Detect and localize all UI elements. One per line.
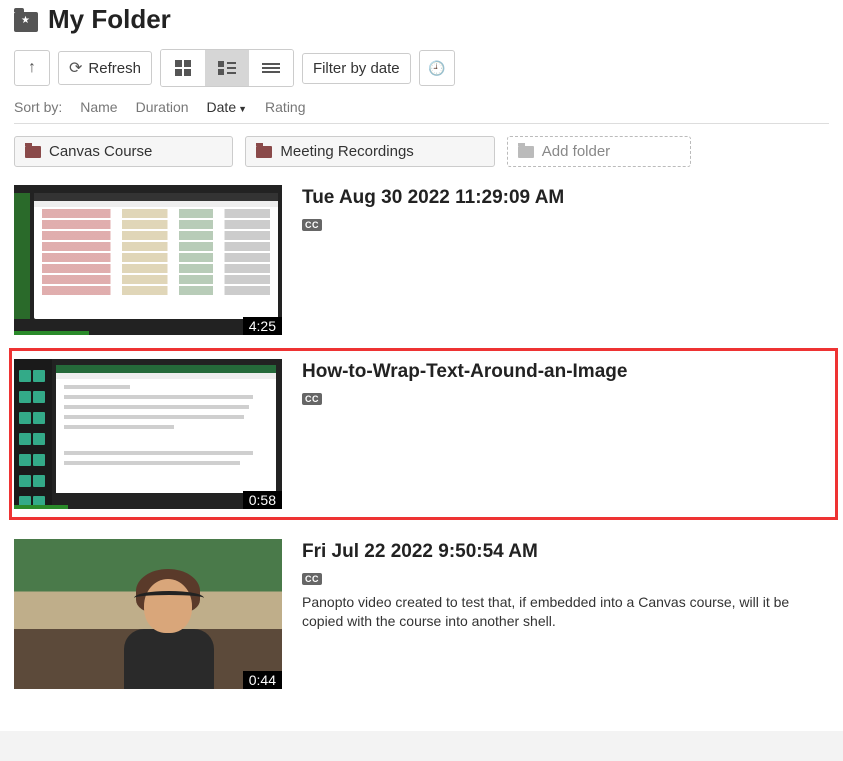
sort-label: Sort by: — [14, 99, 62, 115]
page-title: My Folder — [48, 4, 171, 35]
folder-icon — [256, 146, 272, 158]
video-title[interactable]: Fri Jul 22 2022 9:50:54 AM — [302, 541, 829, 563]
subfolder-label: Canvas Course — [49, 143, 152, 160]
detail-icon — [262, 61, 280, 75]
view-list-button[interactable] — [205, 50, 249, 86]
video-item: 0:58 How-to-Wrap-Text-Around-an-Image CC — [10, 349, 837, 519]
view-mode-segment — [160, 49, 294, 87]
video-description: Panopto video created to test that, if e… — [302, 593, 829, 631]
video-list: 4:25 Tue Aug 30 2022 11:29:09 AM CC — [14, 179, 829, 707]
duration-badge: 0:44 — [243, 671, 282, 689]
sort-rating[interactable]: Rating — [265, 99, 305, 115]
refresh-label: Refresh — [88, 60, 141, 77]
video-thumbnail[interactable]: 0:58 — [14, 359, 282, 509]
video-item: 0:44 Fri Jul 22 2022 9:50:54 AM CC Panop… — [14, 533, 829, 707]
subfolder-meeting-recordings[interactable]: Meeting Recordings — [245, 136, 494, 167]
progress-bar — [14, 331, 89, 335]
subfolder-label: Meeting Recordings — [280, 143, 413, 160]
folder-star-icon — [14, 12, 38, 32]
list-icon — [218, 61, 236, 75]
subfolder-canvas-course[interactable]: Canvas Course — [14, 136, 233, 167]
toolbar: Refresh Filter by date — [14, 45, 829, 97]
duration-badge: 0:58 — [243, 491, 282, 509]
filter-by-date-button[interactable]: Filter by date — [302, 53, 411, 84]
view-grid-button[interactable] — [161, 50, 205, 86]
sort-duration[interactable]: Duration — [136, 99, 189, 115]
recent-button[interactable] — [419, 50, 455, 86]
sort-row: Sort by: Name Duration Date Rating — [14, 97, 829, 124]
video-item: 4:25 Tue Aug 30 2022 11:29:09 AM CC — [14, 179, 829, 353]
progress-bar — [14, 505, 68, 509]
video-thumbnail[interactable]: 0:44 — [14, 539, 282, 689]
video-title[interactable]: How-to-Wrap-Text-Around-an-Image — [302, 361, 829, 383]
add-folder-label: Add folder — [542, 143, 610, 160]
view-detail-button[interactable] — [249, 50, 293, 86]
cc-badge: CC — [302, 393, 322, 405]
subfolder-row: Canvas Course Meeting Recordings Add fol… — [14, 124, 829, 179]
clock-icon — [428, 60, 445, 77]
sort-date[interactable]: Date — [207, 99, 248, 115]
up-button[interactable] — [14, 50, 50, 86]
folder-add-icon — [518, 146, 534, 158]
folder-icon — [25, 146, 41, 158]
refresh-icon — [69, 58, 82, 78]
filter-label: Filter by date — [313, 60, 400, 77]
video-thumbnail[interactable]: 4:25 — [14, 185, 282, 335]
cc-badge: CC — [302, 573, 322, 585]
arrow-up-icon — [28, 59, 36, 77]
video-title[interactable]: Tue Aug 30 2022 11:29:09 AM — [302, 187, 829, 209]
footer-strip — [0, 731, 843, 761]
refresh-button[interactable]: Refresh — [58, 51, 152, 85]
add-folder-button[interactable]: Add folder — [507, 136, 691, 167]
sort-name[interactable]: Name — [80, 99, 117, 115]
grid-icon — [175, 60, 191, 76]
duration-badge: 4:25 — [243, 317, 282, 335]
cc-badge: CC — [302, 219, 322, 231]
